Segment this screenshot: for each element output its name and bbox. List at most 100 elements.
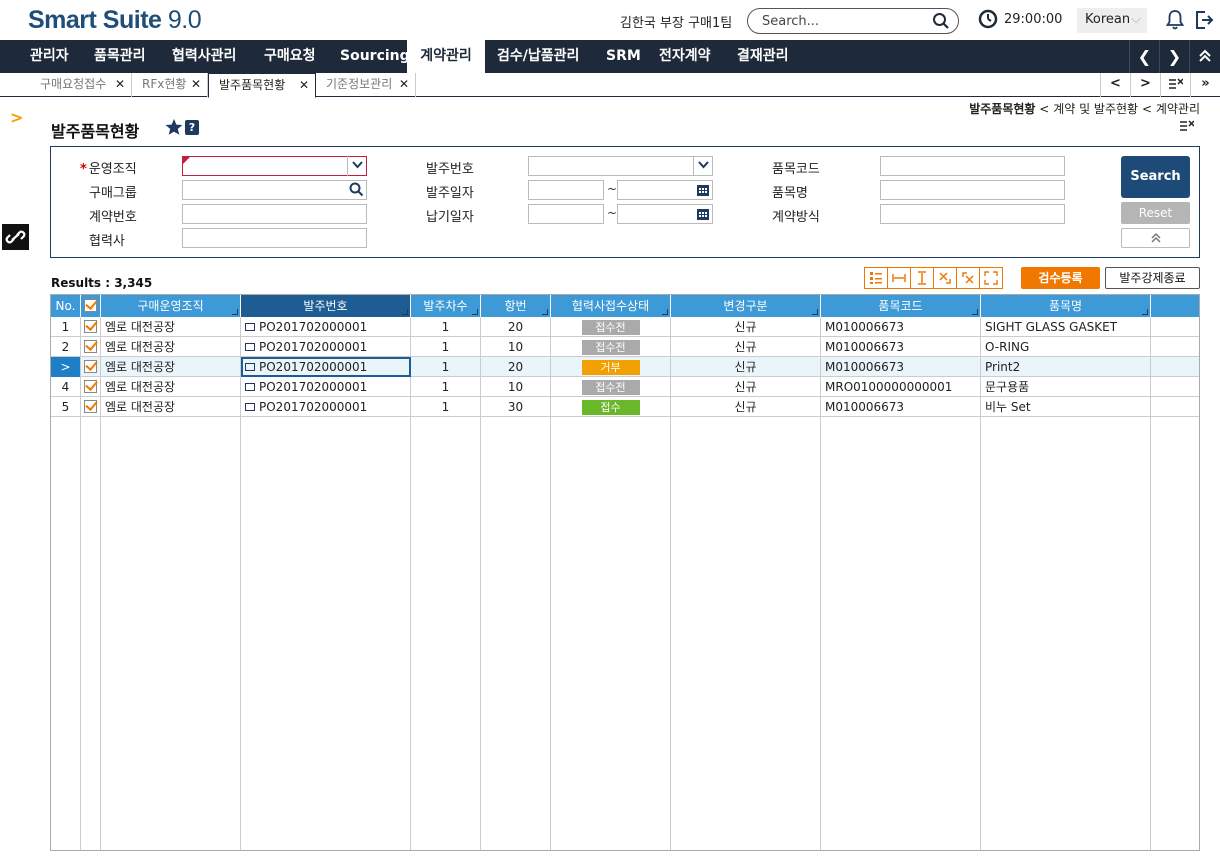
bell-icon[interactable] bbox=[1165, 9, 1185, 34]
cell-item-code[interactable]: M010006673 bbox=[821, 337, 981, 357]
cell-po-no[interactable]: PO201702000001 bbox=[241, 337, 411, 357]
tab-prev-button[interactable]: < bbox=[1100, 73, 1130, 97]
reset-button[interactable]: Reset bbox=[1121, 202, 1190, 224]
cell-vendor-status[interactable]: 접수전 bbox=[551, 337, 671, 357]
col-header-item-name[interactable]: 품목명 bbox=[981, 295, 1151, 317]
delivery-date-to[interactable] bbox=[617, 204, 713, 224]
cell-po-seq[interactable]: 1 bbox=[411, 337, 481, 357]
register-inspection-button[interactable]: 검수등록 bbox=[1021, 267, 1100, 289]
cell-line-no[interactable]: 10 bbox=[481, 337, 551, 357]
global-search-input[interactable] bbox=[762, 13, 932, 29]
language-select[interactable]: Korean ⌵ bbox=[1077, 8, 1147, 33]
collapse-panel-button[interactable] bbox=[1121, 228, 1190, 248]
col-header-item-code[interactable]: 품목코드 bbox=[821, 295, 981, 317]
cell-line-no[interactable]: 30 bbox=[481, 397, 551, 417]
po-no-link[interactable]: PO201702000001 bbox=[259, 340, 367, 354]
popup-window-icon[interactable] bbox=[245, 322, 255, 331]
cell-change-type[interactable]: 신규 bbox=[671, 397, 821, 417]
col-header-line-no[interactable]: 항번 bbox=[481, 295, 551, 317]
tab-more-button[interactable]: » bbox=[1190, 73, 1220, 97]
row-checkbox[interactable] bbox=[84, 360, 97, 373]
item-name-field[interactable] bbox=[880, 180, 1065, 200]
cell-vendor-status[interactable]: 접수 bbox=[551, 397, 671, 417]
close-icon[interactable]: ✕ bbox=[399, 73, 409, 95]
col-header-org[interactable]: 구매운영조직 bbox=[101, 295, 241, 317]
cell-item-name[interactable]: SIGHT GLASS GASKET bbox=[981, 317, 1151, 337]
tab-rfx-status[interactable]: RFx현황 ✕ bbox=[132, 73, 208, 97]
po-no-link[interactable]: PO201702000001 bbox=[259, 360, 367, 374]
cell-no[interactable]: 5 bbox=[51, 397, 81, 417]
cell-no[interactable]: 2 bbox=[51, 337, 81, 357]
cell-item-name[interactable]: 비누 Set bbox=[981, 397, 1151, 417]
row-checkbox[interactable] bbox=[84, 320, 97, 333]
cell-po-seq[interactable]: 1 bbox=[411, 377, 481, 397]
col-header-change-type[interactable]: 변경구분 bbox=[671, 295, 821, 317]
nav-srm[interactable]: SRM bbox=[596, 40, 651, 73]
vendor-field[interactable] bbox=[182, 228, 367, 248]
contract-no-field[interactable] bbox=[182, 204, 367, 224]
cell-change-type[interactable]: 신규 bbox=[671, 317, 821, 337]
row-checkbox[interactable] bbox=[84, 340, 97, 353]
cell-filler[interactable] bbox=[1151, 337, 1199, 357]
row-checkbox[interactable] bbox=[84, 400, 97, 413]
table-row[interactable]: 2 엠로 대전공장 PO201702000001 1 10 접수전 신규 M010006673… bbox=[51, 337, 1199, 357]
col-header-po-seq[interactable]: 발주차수 bbox=[411, 295, 481, 317]
nav-approval[interactable]: 결재관리 bbox=[727, 40, 799, 73]
cell-po-no[interactable]: PO201702000001 bbox=[241, 357, 411, 377]
nav-next-button[interactable]: ❯ bbox=[1159, 40, 1189, 73]
breadcrumb-root[interactable]: 계약관리 bbox=[1156, 102, 1200, 116]
clear-filter-icon[interactable] bbox=[1180, 120, 1195, 135]
favorite-star-icon[interactable] bbox=[163, 117, 185, 137]
po-no-select[interactable] bbox=[528, 156, 713, 176]
po-no-link[interactable]: PO201702000001 bbox=[259, 380, 367, 394]
contract-method-field[interactable] bbox=[880, 204, 1065, 224]
cell-po-no[interactable]: PO201702000001 bbox=[241, 377, 411, 397]
table-row[interactable]: > 엠로 대전공장 PO201702000001 1 20 거부 신규 M010006673 P… bbox=[51, 357, 1199, 377]
cell-checkbox[interactable] bbox=[81, 397, 101, 417]
cell-vendor-status[interactable]: 거부 bbox=[551, 357, 671, 377]
nav-vendor-management[interactable]: 협력사관리 bbox=[162, 40, 246, 73]
cell-checkbox[interactable] bbox=[81, 337, 101, 357]
po-date-from[interactable] bbox=[528, 180, 604, 200]
popup-window-icon[interactable] bbox=[245, 402, 255, 411]
popup-window-icon[interactable] bbox=[245, 342, 255, 351]
nav-admin[interactable]: 관리자 bbox=[20, 40, 79, 73]
nav-collapse-button[interactable] bbox=[1189, 40, 1219, 73]
chevron-down-icon[interactable] bbox=[347, 156, 366, 176]
tab-close-all-button[interactable] bbox=[1160, 73, 1190, 97]
cell-no[interactable]: 1 bbox=[51, 317, 81, 337]
col-header-po-no[interactable]: 발주번호 bbox=[241, 295, 411, 317]
cell-item-code[interactable]: M010006673 bbox=[821, 317, 981, 337]
calendar-icon[interactable] bbox=[696, 206, 710, 224]
popup-window-icon[interactable] bbox=[245, 382, 255, 391]
tab-po-item-status[interactable]: 발주품목현황 ✕ bbox=[208, 73, 316, 98]
breadcrumb-parent[interactable]: 계약 및 발주현황 bbox=[1053, 102, 1138, 116]
cell-vendor-status[interactable]: 접수전 bbox=[551, 377, 671, 397]
cell-checkbox[interactable] bbox=[81, 377, 101, 397]
nav-item-management[interactable]: 품목관리 bbox=[84, 40, 156, 73]
import-excel-icon[interactable] bbox=[956, 267, 980, 289]
cell-line-no[interactable]: 10 bbox=[481, 377, 551, 397]
fit-width-icon[interactable] bbox=[887, 267, 911, 289]
col-header-vendor-status[interactable]: 협력사접수상태 bbox=[551, 295, 671, 317]
table-row[interactable]: 4 엠로 대전공장 PO201702000001 1 10 접수전 신규 MRO0100000… bbox=[51, 377, 1199, 397]
cell-filler[interactable] bbox=[1151, 357, 1199, 377]
row-checkbox[interactable] bbox=[84, 380, 97, 393]
cell-po-no[interactable]: PO201702000001 bbox=[241, 397, 411, 417]
nav-prev-button[interactable]: ❮ bbox=[1129, 40, 1159, 73]
po-no-link[interactable]: PO201702000001 bbox=[259, 320, 367, 334]
close-icon[interactable]: ✕ bbox=[191, 73, 201, 95]
cell-vendor-status[interactable]: 접수전 bbox=[551, 317, 671, 337]
cell-filler[interactable] bbox=[1151, 317, 1199, 337]
cell-org[interactable]: 엠로 대전공장 bbox=[101, 357, 241, 377]
delivery-date-from[interactable] bbox=[528, 204, 604, 224]
cell-item-code[interactable]: MRO0100000000001 bbox=[821, 377, 981, 397]
tab-master-data[interactable]: 기준정보관리 ✕ bbox=[316, 73, 416, 97]
tab-purchase-request-receipt[interactable]: 구매요청접수 ✕ bbox=[30, 73, 132, 97]
cell-change-type[interactable]: 신규 bbox=[671, 377, 821, 397]
nav-e-contract[interactable]: 전자계약 bbox=[649, 40, 721, 73]
select-all-checkbox[interactable] bbox=[84, 299, 97, 312]
cell-item-name[interactable]: Print2 bbox=[981, 357, 1151, 377]
org-select[interactable] bbox=[182, 156, 367, 176]
logout-icon[interactable] bbox=[1194, 9, 1214, 34]
